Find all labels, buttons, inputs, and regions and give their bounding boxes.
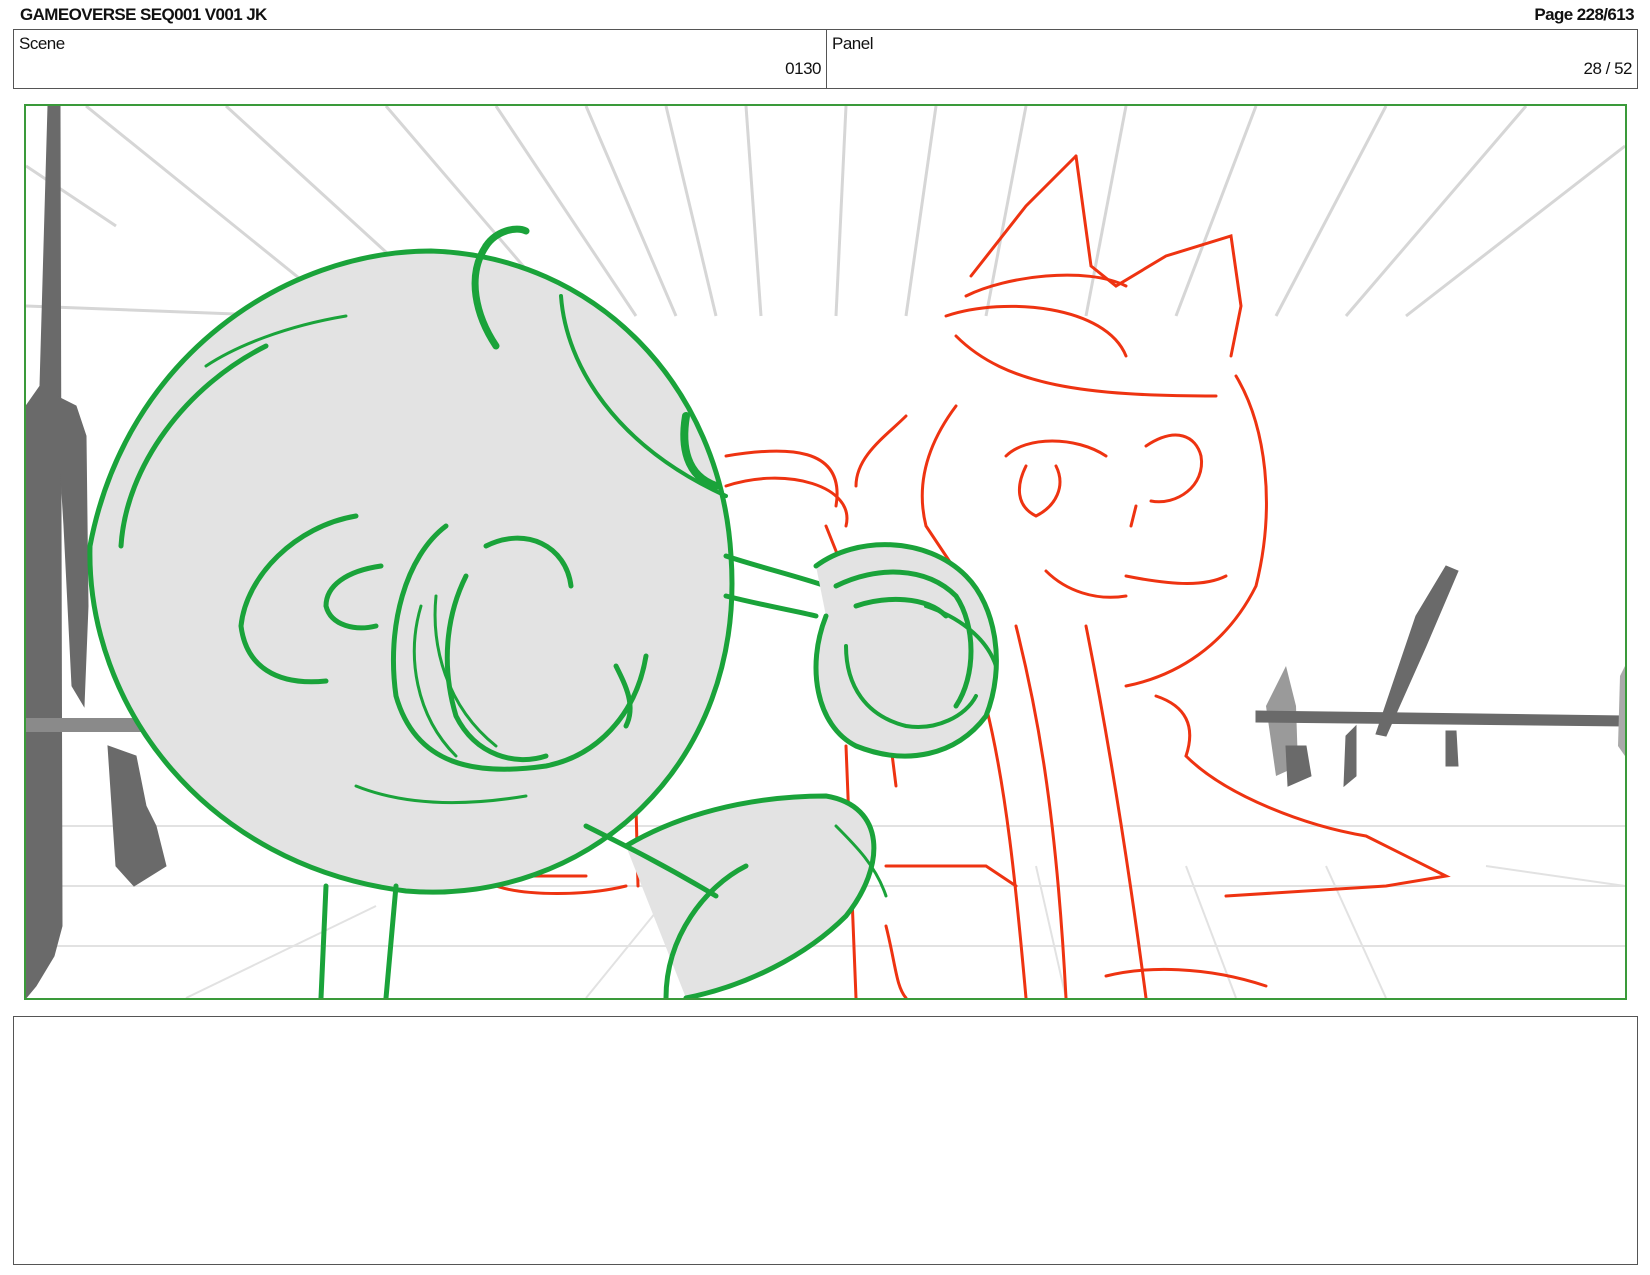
perspective-grid (26, 106, 1625, 318)
scene-number: 0130 (785, 59, 821, 78)
storyboard-sketch (26, 106, 1625, 998)
scene-cell: Scene 0130 (14, 30, 827, 88)
notes-box (13, 1016, 1638, 1265)
page-number: Page 228/613 (1534, 5, 1634, 24)
document-title: GAMEOVERSE SEQ001 V001 JK (20, 5, 267, 24)
green-character-sketch (87, 225, 999, 998)
scene-panel-info: Scene 0130 Panel 28 / 52 (13, 29, 1638, 89)
scene-label: Scene (19, 34, 65, 53)
panel-label: Panel (832, 34, 873, 53)
panel-cell: Panel 28 / 52 (827, 30, 1637, 88)
panel-number: 28 / 52 (1583, 59, 1633, 78)
storyboard-panel (24, 104, 1627, 1000)
